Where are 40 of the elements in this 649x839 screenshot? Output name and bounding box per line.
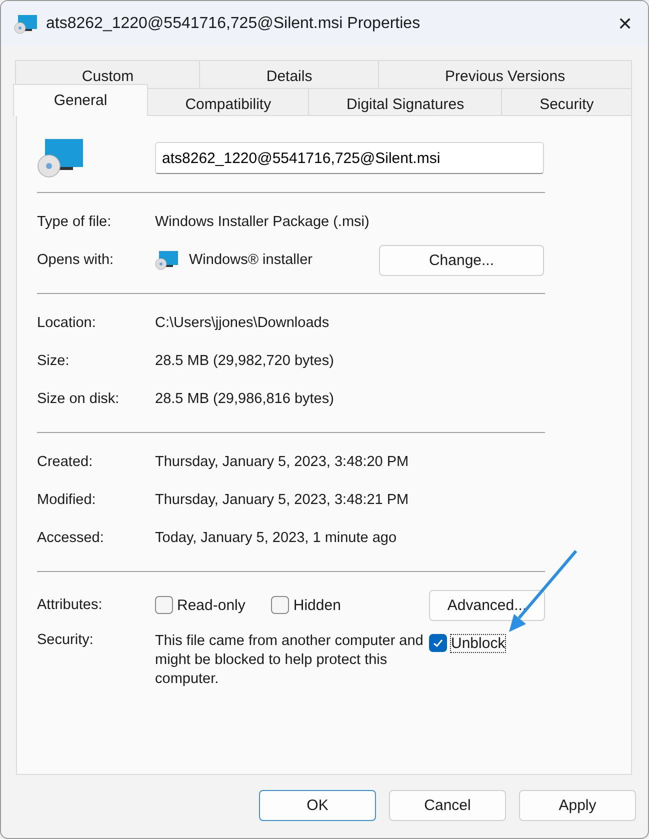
advanced-button[interactable]: Advanced... bbox=[429, 590, 545, 620]
file-name-field[interactable]: ats8262_1220@5541716,725@Silent.msi bbox=[155, 142, 544, 174]
field-label: Type of file: bbox=[37, 214, 112, 230]
tab[interactable]: Security bbox=[501, 88, 632, 116]
checkbox[interactable] bbox=[155, 596, 173, 614]
checkbox-label[interactable]: Read-only bbox=[177, 596, 246, 614]
field-value: 28.5 MB (29,986,816 bytes) bbox=[155, 391, 334, 407]
change-button[interactable]: Change... bbox=[379, 244, 544, 276]
security-message: This file came from another computer and might be blocked to help protect this computer. bbox=[155, 632, 424, 689]
field-value: Thursday, January 5, 2023, 3:48:21 PM bbox=[155, 492, 409, 508]
checkbox-label[interactable]: Hidden bbox=[293, 596, 341, 614]
close-button[interactable]: ✕ bbox=[602, 1, 648, 46]
checkbox[interactable] bbox=[271, 596, 290, 614]
field-label: Opens with: bbox=[37, 252, 115, 268]
field-label: Accessed: bbox=[37, 530, 105, 546]
dialog-button[interactable]: OK bbox=[259, 790, 376, 821]
field-label: Size: bbox=[37, 353, 70, 369]
installer-icon bbox=[37, 138, 85, 178]
field-value: Windows® installer bbox=[189, 252, 312, 268]
field-value: Thursday, January 5, 2023, 3:48:20 PM bbox=[155, 454, 409, 470]
installer-icon bbox=[155, 250, 179, 270]
field-label: Location: bbox=[37, 315, 97, 331]
dialog-button[interactable]: Cancel bbox=[389, 790, 506, 821]
field-value: Windows Installer Package (.msi) bbox=[155, 214, 370, 230]
checkbox-label[interactable]: Unblock bbox=[451, 634, 506, 652]
window-title: ats8262_1220@5541716,725@Silent.msi Properties bbox=[46, 14, 422, 32]
check-icon bbox=[432, 637, 444, 649]
tab[interactable]: Previous Versions bbox=[378, 60, 632, 88]
field-label: Modified: bbox=[37, 492, 97, 508]
dialog-button[interactable]: Apply bbox=[519, 790, 636, 821]
field-value: C:\Users\jjones\Downloads bbox=[155, 315, 330, 331]
field-label: Attributes: bbox=[37, 597, 104, 613]
field-value: 28.5 MB (29,982,720 bytes) bbox=[155, 353, 334, 369]
field-label: Security: bbox=[37, 632, 94, 648]
field-label: Created: bbox=[37, 454, 94, 470]
field-value: Today, January 5, 2023, 1 minute ago bbox=[155, 530, 397, 546]
tab[interactable]: General bbox=[13, 84, 148, 116]
installer-icon bbox=[14, 14, 38, 34]
checkbox[interactable] bbox=[429, 634, 447, 652]
field-label: Size on disk: bbox=[37, 391, 120, 407]
